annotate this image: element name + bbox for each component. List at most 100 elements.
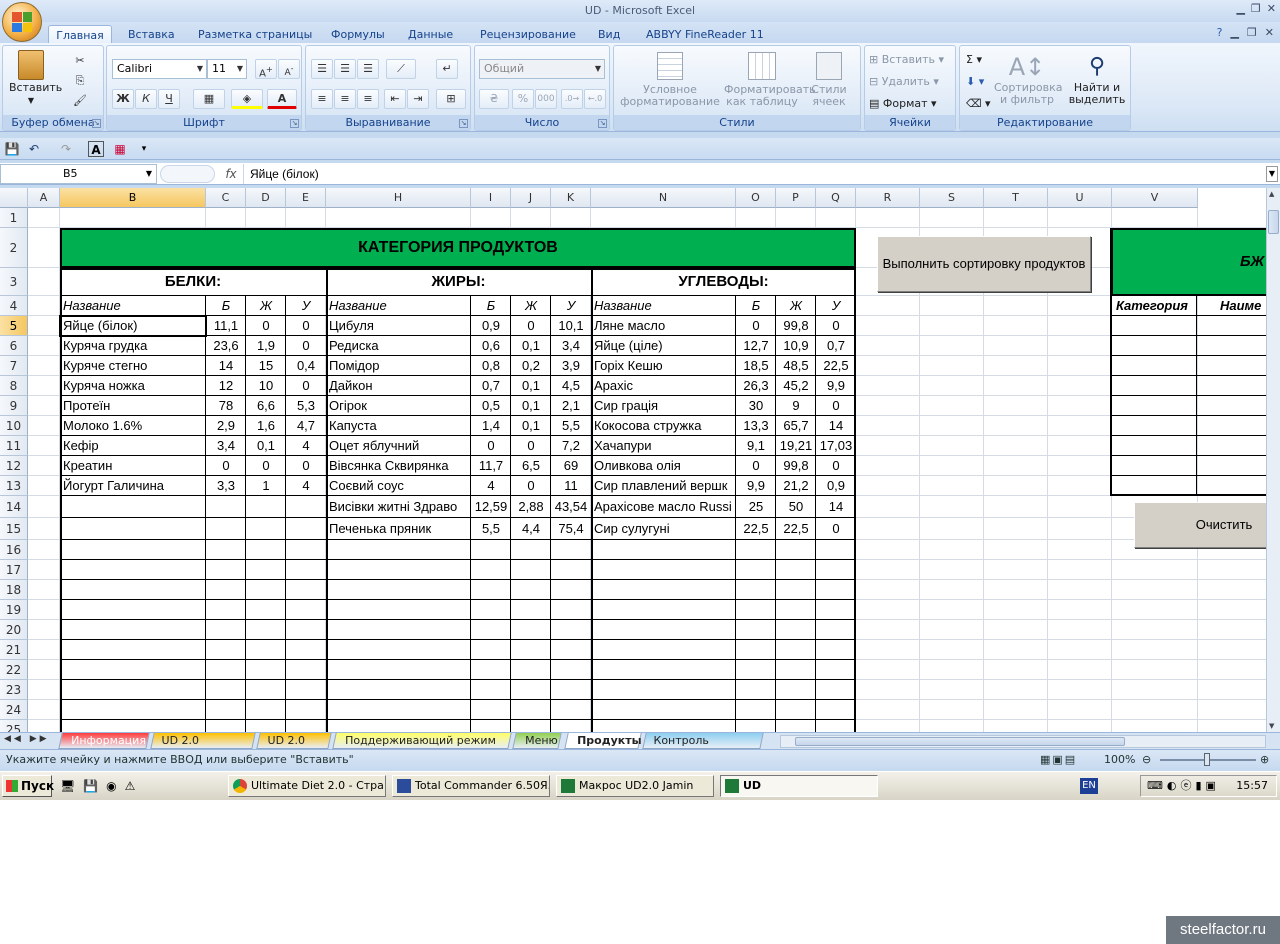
decrease-decimal-icon[interactable]: ←.0 (584, 89, 606, 109)
vertical-scrollbar[interactable]: ▲ ▼ (1266, 188, 1280, 732)
row-header-15[interactable]: 15 (0, 518, 28, 540)
proteins-cell[interactable]: 11,1 (206, 316, 246, 336)
borders-icon[interactable]: ▦ (193, 89, 225, 109)
horizontal-scrollbar[interactable] (780, 735, 1266, 748)
tab-review[interactable]: Рецензирование (474, 25, 582, 44)
proteins-cell[interactable]: Кефір (63, 436, 203, 456)
zoom-slider-thumb[interactable] (1204, 753, 1210, 766)
proteins-cell[interactable]: Куряча ножка (63, 376, 203, 396)
fats-cell[interactable]: 0,1 (511, 376, 551, 396)
column-header-e[interactable]: E (286, 188, 326, 208)
paste-button[interactable]: Вставить ▼ (9, 50, 62, 107)
fill-color-icon[interactable]: ◈ (231, 89, 263, 109)
carbs-cell[interactable]: 0 (816, 316, 856, 336)
carbs-cell[interactable]: 18,5 (736, 356, 776, 376)
clipboard-launcher-icon[interactable]: ↘ (92, 119, 101, 128)
sheet-tab-0[interactable]: Информация (58, 733, 150, 749)
row-header-4[interactable]: 4 (0, 296, 28, 316)
fats-cell[interactable]: Соєвий соус (329, 476, 468, 496)
format-as-table-button[interactable]: Форматировать как таблицу (724, 52, 816, 108)
carbs-cell[interactable]: 0 (736, 456, 776, 476)
carbs-cell[interactable]: 25 (736, 497, 776, 517)
fats-cell[interactable]: Висівки житні Здраво (329, 497, 468, 517)
proteins-cell[interactable]: 0,1 (246, 436, 286, 456)
fats-cell[interactable]: 5,5 (471, 519, 511, 539)
delete-cells-button[interactable]: ⊟ Удалить ▾ (869, 72, 939, 92)
proteins-cell[interactable]: 15 (246, 356, 286, 376)
proteins-cell[interactable]: 14 (206, 356, 246, 376)
carbs-cell[interactable]: 17,03 (816, 436, 856, 456)
column-header-u[interactable]: U (1048, 188, 1112, 208)
save-icon[interactable]: 💾 (4, 141, 20, 157)
font-color-icon[interactable]: A (267, 89, 297, 109)
carbs-cell[interactable]: 0 (816, 396, 856, 416)
column-header-i[interactable]: I (471, 188, 511, 208)
increase-indent-icon[interactable]: ⇥ (407, 89, 429, 109)
carbs-cell[interactable]: 10,9 (776, 336, 816, 356)
fats-cell[interactable]: 43,54 (551, 497, 591, 517)
grow-font-button[interactable]: A+ (255, 59, 277, 79)
row-header-11[interactable]: 11 (0, 436, 28, 456)
spreadsheet-grid[interactable]: A B C D E H I J K N O P Q R S T U V 1 2 3 4 5 6 7 8 9 10 11 12 13 14 15 1… (0, 188, 1266, 732)
carbs-cell[interactable]: 14 (816, 497, 856, 517)
proteins-cell[interactable]: 6,6 (246, 396, 286, 416)
fats-cell[interactable]: 11,7 (471, 456, 511, 476)
carbs-cell[interactable]: 0,9 (816, 476, 856, 496)
proteins-cell[interactable]: 0 (286, 336, 326, 356)
row-header-23[interactable]: 23 (0, 680, 28, 700)
column-header-b[interactable]: B (60, 188, 206, 208)
customize-qat-icon[interactable]: ▾ (136, 141, 152, 157)
proteins-cell[interactable]: 0 (206, 456, 246, 476)
find-select-button[interactable]: ⚲ Найти и выделить (1064, 52, 1130, 106)
number-format-combo[interactable]: Общий ▼ (479, 59, 605, 79)
doc-close-icon[interactable]: ✕ (1265, 26, 1274, 39)
alignment-launcher-icon[interactable]: ↘ (459, 119, 468, 128)
fats-cell[interactable]: 75,4 (551, 519, 591, 539)
conditional-formatting-button[interactable]: Условное форматирование (616, 52, 724, 108)
tray-icons[interactable]: ⌨◐ⓔ▮▣ (1147, 776, 1220, 796)
proteins-cell[interactable]: 23,6 (206, 336, 246, 356)
tab-home[interactable]: Главная (48, 25, 112, 44)
clear-icon[interactable]: ⌫ ▾ (966, 94, 991, 114)
sheet-nav-icon[interactable]: ◀◀ ▶▶ (4, 734, 50, 744)
row-header-7[interactable]: 7 (0, 356, 28, 376)
fats-cell[interactable]: 0,1 (511, 336, 551, 356)
row-header-19[interactable]: 19 (0, 600, 28, 620)
minimize-icon[interactable]: ▁ (1236, 2, 1244, 15)
carbs-cell[interactable]: 48,5 (776, 356, 816, 376)
spelling-icon[interactable]: A (88, 141, 104, 157)
row-header-5[interactable]: 5 (0, 316, 28, 336)
currency-icon[interactable]: ₴ (479, 89, 509, 109)
row-header-12[interactable]: 12 (0, 456, 28, 476)
proteins-cell[interactable]: 12 (206, 376, 246, 396)
carbs-cell[interactable]: 21,2 (776, 476, 816, 496)
underline-button[interactable]: Ч (158, 89, 180, 109)
redo-icon[interactable]: ↷ (58, 141, 74, 157)
cell-styles-button[interactable]: Стили ячеек (800, 52, 858, 108)
format-cells-button[interactable]: ▤ Формат ▾ (869, 94, 937, 114)
fats-cell[interactable]: 4,5 (551, 376, 591, 396)
carbs-cell[interactable]: 9 (776, 396, 816, 416)
proteins-cell[interactable]: 5,3 (286, 396, 326, 416)
fats-cell[interactable]: 1,4 (471, 416, 511, 436)
doc-minimize-icon[interactable]: ▁ (1230, 26, 1238, 39)
column-header-o[interactable]: O (736, 188, 776, 208)
percent-button[interactable]: % (512, 89, 534, 109)
proteins-cell[interactable]: 1,6 (246, 416, 286, 436)
fats-cell[interactable]: 0,1 (511, 416, 551, 436)
proteins-cell[interactable]: 4 (286, 476, 326, 496)
fats-cell[interactable]: 2,1 (551, 396, 591, 416)
fats-cell[interactable]: 0 (511, 316, 551, 336)
view-buttons-icon[interactable]: ▦▣▤ (1040, 750, 1077, 769)
carbs-cell[interactable]: Сир плавлений вершк (594, 476, 733, 496)
clear-button[interactable]: Очистить (1134, 502, 1266, 548)
row-header-8[interactable]: 8 (0, 376, 28, 396)
taskbar-macro[interactable]: Макрос UD2.0 Jamin (556, 775, 714, 797)
fill-icon[interactable]: ⬇ ▾ (966, 72, 984, 92)
select-all-corner[interactable] (0, 188, 28, 208)
row-header-24[interactable]: 24 (0, 700, 28, 720)
row-header-16[interactable]: 16 (0, 540, 28, 560)
increase-decimal-icon[interactable]: .0→ (561, 89, 583, 109)
proteins-cell[interactable]: 0 (246, 456, 286, 476)
carbs-cell[interactable]: 45,2 (776, 376, 816, 396)
